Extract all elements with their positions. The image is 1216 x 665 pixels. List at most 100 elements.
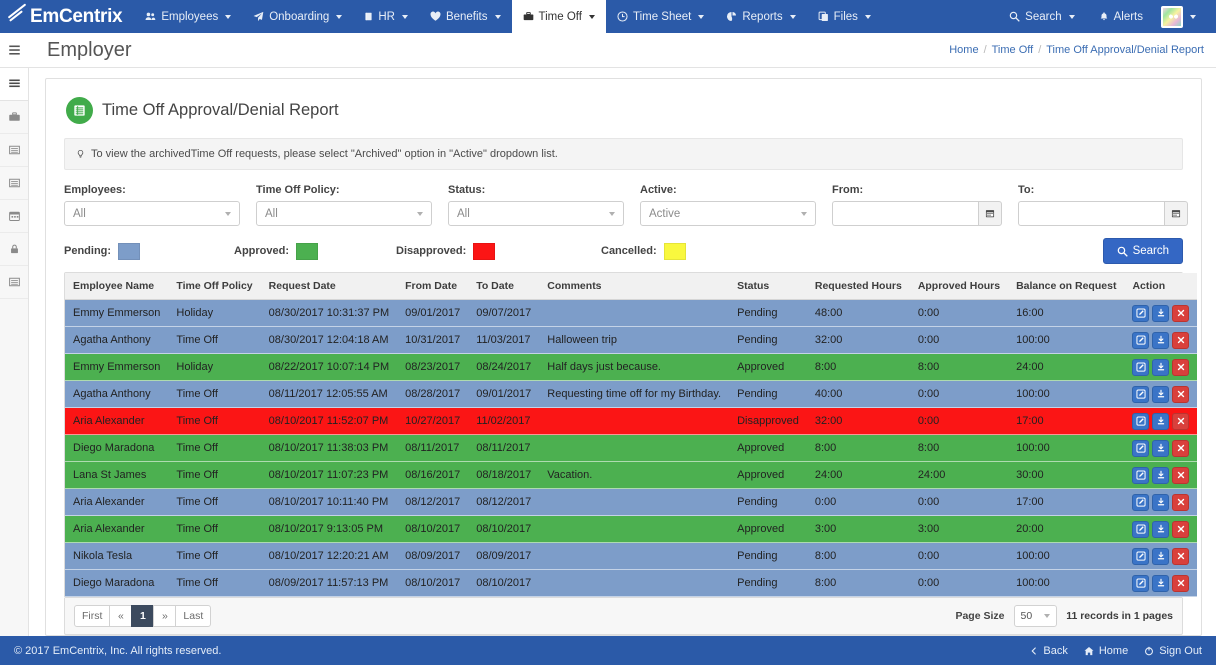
delete-request-button[interactable] (1172, 574, 1190, 592)
edit-request-button[interactable] (1132, 412, 1150, 430)
table-row[interactable]: Diego Maradona Time Off 08/09/2017 11:57:1… (65, 569, 1198, 597)
edit-request-button[interactable] (1132, 466, 1150, 484)
action-buttons (1132, 385, 1190, 403)
sidebar-item-list-1[interactable] (0, 134, 28, 167)
breadcrumb-item-1[interactable]: Time Off (992, 44, 1034, 56)
sidebar-item-briefcase[interactable] (0, 101, 28, 134)
nav-alerts[interactable]: Alerts (1089, 11, 1153, 23)
download-request-button[interactable] (1152, 439, 1170, 457)
download-request-button[interactable] (1152, 547, 1170, 565)
col-to-date[interactable]: To Date (468, 273, 540, 300)
col-requested-hours[interactable]: Requested Hours (806, 273, 910, 300)
col-time-off-policy[interactable]: Time Off Policy (168, 273, 261, 300)
table-row[interactable]: Lana St James Time Off 08/10/2017 11:07:23… (65, 461, 1198, 489)
nav-item-onboarding[interactable]: Onboarding (242, 0, 353, 33)
time-off-policy-filter[interactable]: All (256, 201, 432, 226)
col-request-date[interactable]: Request Date (260, 273, 398, 300)
download-request-button[interactable] (1152, 412, 1170, 430)
download-request-button[interactable] (1152, 520, 1170, 538)
edit-request-button[interactable] (1132, 520, 1150, 538)
legend-row: Pending: Approved: Disapproved: Cancelled: … (64, 238, 1183, 264)
edit-icon (1136, 443, 1146, 453)
to-date-filter[interactable] (1018, 201, 1164, 226)
delete-request-button[interactable] (1172, 439, 1190, 457)
to-date-filter-calendar-button[interactable] (1164, 201, 1188, 226)
nav-item-time-off[interactable]: Time Off (511, 0, 606, 33)
delete-request-button[interactable] (1172, 520, 1190, 538)
nav-user-menu[interactable] (1157, 5, 1206, 28)
breadcrumb-item-0[interactable]: Home (949, 44, 978, 56)
table-row[interactable]: Aria Alexander Time Off 08/10/2017 10:11:4… (65, 488, 1198, 516)
table-row[interactable]: Agatha Anthony Time Off 08/11/2017 12:05:5… (65, 380, 1198, 408)
nav-item-reports[interactable]: Reports (715, 0, 806, 33)
download-request-button[interactable] (1152, 466, 1170, 484)
edit-request-button[interactable] (1132, 547, 1150, 565)
delete-request-button[interactable] (1172, 412, 1190, 430)
nav-item-employees[interactable]: Employees (134, 0, 242, 33)
edit-request-button[interactable] (1132, 574, 1150, 592)
delete-request-button[interactable] (1172, 331, 1190, 349)
from-date-filter[interactable] (832, 201, 978, 226)
page-last-button[interactable]: Last (175, 605, 212, 627)
table-row[interactable]: Emmy Emmerson Holiday 08/30/2017 10:31:37 … (65, 299, 1198, 327)
col-approved-hours[interactable]: Approved Hours (909, 273, 1009, 300)
page-first-button[interactable]: First (74, 605, 111, 627)
download-request-button[interactable] (1152, 574, 1170, 592)
search-button[interactable]: Search (1102, 238, 1183, 264)
cell-from: 08/28/2017 (397, 380, 469, 408)
col-comments[interactable]: Comments (539, 273, 730, 300)
download-request-button[interactable] (1152, 385, 1170, 403)
delete-request-button[interactable] (1172, 385, 1190, 403)
download-request-button[interactable] (1152, 358, 1170, 376)
edit-request-button[interactable] (1132, 439, 1150, 457)
page-size-select[interactable]: 50 (1013, 605, 1058, 627)
sidebar-toggle-button[interactable] (0, 33, 29, 68)
download-request-button[interactable] (1152, 304, 1170, 322)
table-row[interactable]: Emmy Emmerson Holiday 08/22/2017 10:07:14 … (65, 353, 1198, 381)
page-next-button[interactable]: » (153, 605, 177, 627)
nav-item-time-sheet[interactable]: Time Sheet (606, 0, 715, 33)
edit-request-button[interactable] (1132, 358, 1150, 376)
col-from-date[interactable]: From Date (397, 273, 469, 300)
status-filter[interactable]: All (448, 201, 624, 226)
table-row[interactable]: Aria Alexander Time Off 08/10/2017 11:52:0… (65, 407, 1198, 435)
table-row[interactable]: Nikola Tesla Time Off 08/10/2017 12:20:21 … (65, 542, 1198, 570)
nav-search[interactable]: Search (999, 11, 1084, 23)
table-row[interactable]: Agatha Anthony Time Off 08/30/2017 12:04:1… (65, 326, 1198, 354)
active-filter[interactable]: Active (640, 201, 816, 226)
col-action[interactable]: Action (1124, 273, 1198, 300)
delete-request-button[interactable] (1172, 493, 1190, 511)
nav-item-files[interactable]: Files (807, 0, 882, 33)
page-number-1[interactable]: 1 (131, 605, 155, 627)
sidebar-item-lock[interactable] (0, 233, 28, 266)
edit-request-button[interactable] (1132, 331, 1150, 349)
edit-request-button[interactable] (1132, 493, 1150, 511)
sidebar-item-menu[interactable] (0, 68, 28, 101)
footer-link-sign-out[interactable]: Sign Out (1144, 645, 1202, 657)
table-row[interactable]: Diego Maradona Time Off 08/10/2017 11:38:0… (65, 434, 1198, 462)
table-row[interactable]: Aria Alexander Time Off 08/10/2017 9:13:05… (65, 515, 1198, 543)
col-status[interactable]: Status (729, 273, 807, 300)
delete-request-button[interactable] (1172, 358, 1190, 376)
edit-request-button[interactable] (1132, 304, 1150, 322)
page-prev-button[interactable]: « (109, 605, 133, 627)
cell-to: 08/10/2017 (468, 569, 540, 597)
nav-item-benefits[interactable]: Benefits (419, 0, 512, 33)
nav-item-hr[interactable]: HR (353, 0, 419, 33)
download-request-button[interactable] (1152, 493, 1170, 511)
sidebar-item-list-2[interactable] (0, 167, 28, 200)
col-balance-on-request[interactable]: Balance on Request (1008, 273, 1125, 300)
footer-link-back[interactable]: Back (1030, 645, 1068, 657)
delete-request-button[interactable] (1172, 466, 1190, 484)
download-request-button[interactable] (1152, 331, 1170, 349)
brand-logo[interactable]: EmCentrix (0, 0, 134, 33)
edit-request-button[interactable] (1132, 385, 1150, 403)
col-employee-name[interactable]: Employee Name (65, 273, 169, 300)
sidebar-item-calendar[interactable] (0, 200, 28, 233)
employees-filter[interactable]: All (64, 201, 240, 226)
delete-request-button[interactable] (1172, 547, 1190, 565)
sidebar-item-list-3[interactable] (0, 266, 28, 299)
footer-link-home[interactable]: Home (1084, 645, 1128, 657)
delete-request-button[interactable] (1172, 304, 1190, 322)
from-date-filter-calendar-button[interactable] (978, 201, 1002, 226)
